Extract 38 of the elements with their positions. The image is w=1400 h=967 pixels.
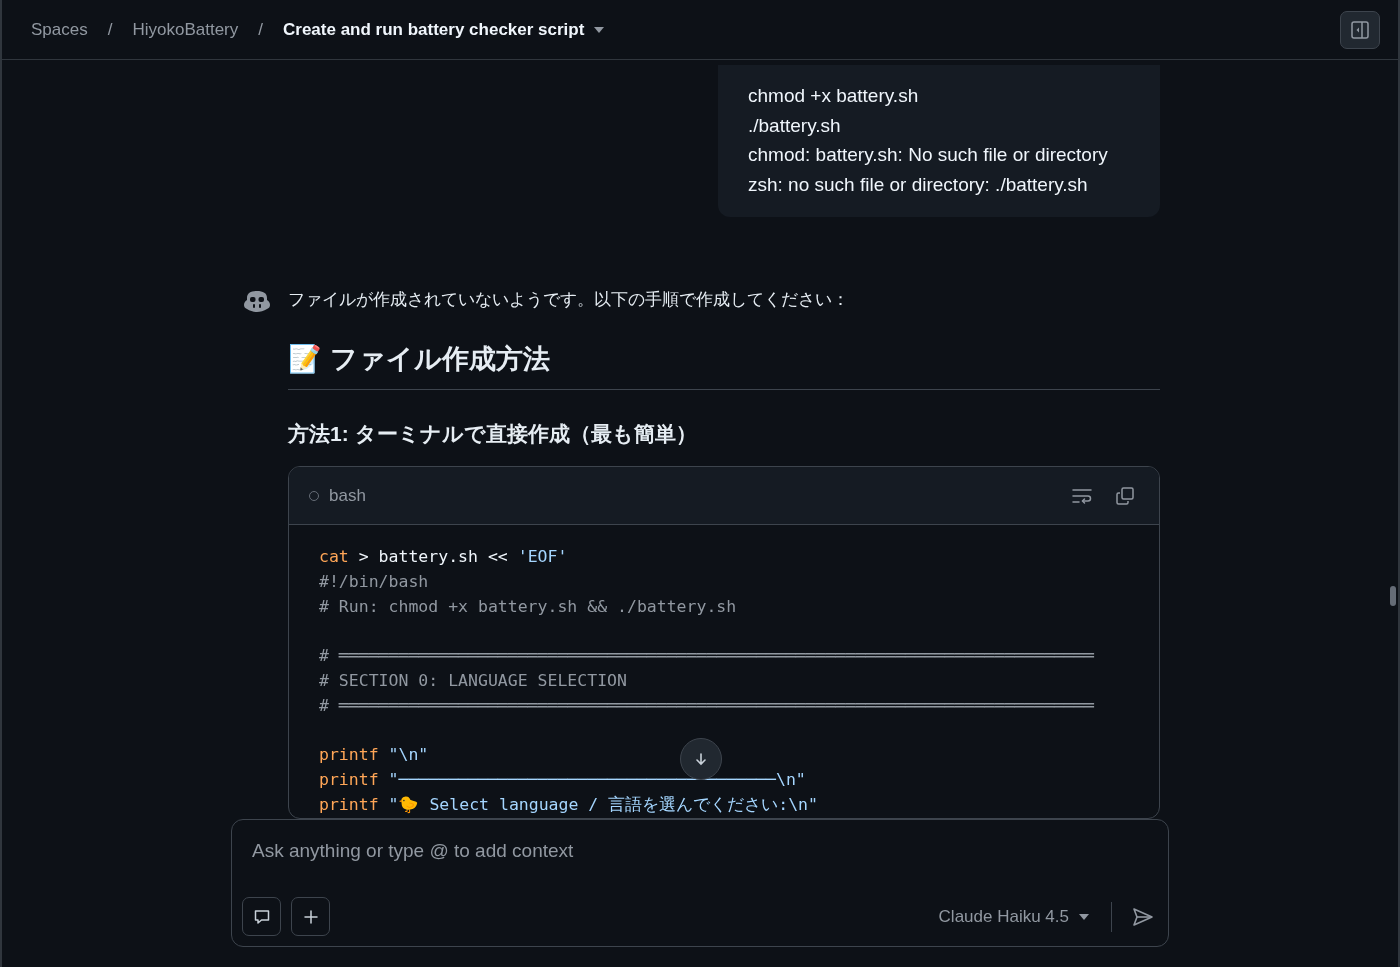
add-context-button[interactable] — [291, 897, 330, 936]
breadcrumb-separator: / — [107, 19, 113, 40]
sidebar-panel-icon — [1350, 19, 1370, 40]
reply-text: ファイルが作成されていないようです。以下の手順で作成してください： — [288, 289, 850, 311]
message-line: zsh: no such file or directory: ./battery.sh — [748, 172, 1089, 197]
code-line: # Run: chmod +x battery.sh && ./battery.sh — [319, 595, 737, 618]
copilot-icon — [242, 289, 272, 313]
conversation-title-dropdown[interactable]: Create and run battery checker script — [283, 19, 605, 40]
code-line: cat > battery.sh << 'EOF' — [319, 546, 568, 568]
message-line: chmod +x battery.sh — [748, 84, 920, 108]
plus-icon — [302, 908, 319, 925]
wrap-icon — [1071, 486, 1093, 505]
code-line: # SECTION 0: LANGUAGE SELECTION — [319, 670, 627, 692]
chat-input[interactable]: Ask anything or type @ to add context Claude Haiku 4.5 — [231, 819, 1169, 947]
breadcrumb-separator: / — [258, 19, 263, 40]
code-language: bash — [329, 485, 366, 506]
breadcrumb-link[interactable]: Spaces — [31, 19, 88, 40]
code-line: printf "\n" — [319, 744, 429, 767]
section-heading: 📝 ファイル作成方法 — [288, 341, 1160, 390]
message-line: chmod: battery.sh: No such file or directory — [748, 143, 1109, 167]
copy-icon — [1115, 485, 1135, 506]
chat-mode-button[interactable] — [242, 897, 281, 936]
arrow-down-icon — [694, 752, 708, 766]
breadcrumb-link[interactable]: HiyokoBattery — [132, 19, 239, 40]
code-line: # ════════════════════════════════════════════════════════════════════════════ — [319, 694, 1094, 717]
model-picker[interactable]: Claude Haiku 4.5 — [932, 902, 1095, 931]
caret-icon — [1079, 913, 1089, 920]
comment-icon — [252, 907, 271, 926]
scrollbar-thumb[interactable] — [1390, 586, 1396, 606]
subsection-heading: 方法1: ターミナルで直接作成（最も簡単） — [288, 421, 698, 447]
code-line: #!/bin/bash — [319, 570, 429, 593]
code-line: printf "──────────────────────────────────────\n" — [319, 769, 806, 792]
panel-toggle-button[interactable] — [1340, 10, 1380, 49]
code-line: # ════════════════════════════════════════════════════════════════════════════ — [319, 645, 1094, 668]
message-line: ./battery.sh — [748, 113, 842, 138]
caret-icon — [594, 26, 605, 33]
send-icon — [1132, 906, 1154, 927]
code-line: printf "🐤 Select language / 言語を選んでください:\n" — [319, 793, 818, 816]
